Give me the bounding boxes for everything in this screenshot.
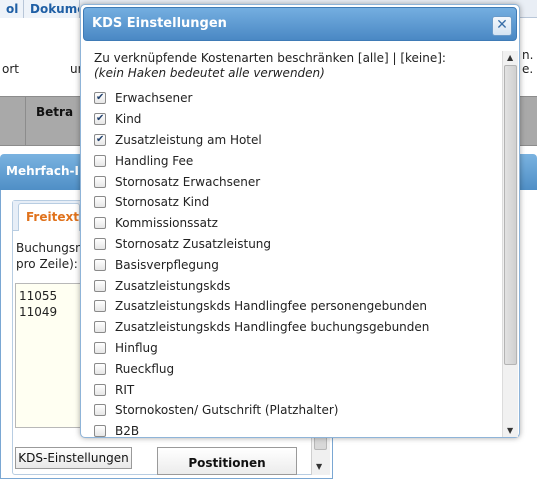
kostenarten-checkbox-list: Erwachsener Kind Zusatzleistung am Hotel Ha… <box>94 88 494 437</box>
kostenart-label: Zusatzleistungskds Handlingfee personeng… <box>115 299 428 314</box>
kostenart-item[interactable]: Kommissionssatz <box>94 213 494 234</box>
kostenart-checkbox[interactable] <box>94 175 106 188</box>
kostenart-item[interactable]: Kind <box>94 109 494 130</box>
kostenart-label: Erwachsener <box>115 91 193 106</box>
kostenart-checkbox[interactable] <box>94 196 106 209</box>
kostenart-item[interactable]: B2B <box>94 421 494 437</box>
kds-einstellungen-dialog: KDS Einstellungen ✕ Zu verknüpfende Kost… <box>80 4 520 438</box>
kostenart-checkbox[interactable] <box>94 258 106 271</box>
kostenart-checkbox[interactable] <box>94 341 106 354</box>
kostenart-label: Rueckflug <box>115 361 175 376</box>
kostenart-label: Zusatzleistung am Hotel <box>115 132 262 147</box>
kostenart-label: Stornosatz Zusatzleistung <box>115 236 272 251</box>
kostenart-item[interactable]: Zusatzleistungskds Handlingfee personeng… <box>94 296 494 317</box>
kostenart-item[interactable]: Zusatzleistungskds <box>94 275 494 296</box>
kostenart-checkbox[interactable] <box>94 237 106 250</box>
kostenart-checkbox[interactable] <box>94 217 106 230</box>
kostenart-checkbox[interactable] <box>94 154 106 167</box>
kostenart-label: Stornosatz Kind <box>115 195 210 210</box>
kostenart-label: Kommissionssatz <box>115 216 218 231</box>
mehrfach-panel-title: Mehrfach-I <box>6 164 79 178</box>
info-line-hint: (kein Haken bedeutet alle verwenden) <box>94 66 325 80</box>
kds-einstellungen-button[interactable]: KDS-Einstellungen <box>15 447 132 469</box>
kostenart-item[interactable]: Erwachsener <box>94 88 494 109</box>
buchungsnummern-label: Buchungsn pro Zeile): <box>16 241 83 271</box>
kostenart-item[interactable]: Stornosatz Erwachsener <box>94 171 494 192</box>
kostenart-item[interactable]: RIT <box>94 379 494 400</box>
kostenart-label: RIT <box>115 382 135 397</box>
info-line-restrict: Zu verknüpfende Kostenarten beschränken … <box>94 51 446 65</box>
kostenart-checkbox[interactable] <box>94 321 106 334</box>
dialog-scrollbar[interactable]: ▲ ▼ <box>502 51 518 437</box>
kostenart-item[interactable]: Rueckflug <box>94 358 494 379</box>
row-text-left: ort <box>2 62 19 76</box>
kostenart-label: Handling Fee <box>115 153 194 168</box>
kostenart-item[interactable]: Handling Fee <box>94 150 494 171</box>
dialog-title: KDS Einstellungen <box>92 16 227 31</box>
close-icon[interactable]: ✕ <box>492 16 512 36</box>
dialog-info: Zu verknüpfende Kostenarten beschränken … <box>94 51 494 81</box>
kostenart-label: Stornokosten/ Gutschrift (Platzhalter) <box>115 403 339 418</box>
row-text-right: n. <box>522 48 534 62</box>
table-header-divider <box>25 96 26 146</box>
kostenart-checkbox[interactable] <box>94 404 106 417</box>
kostenart-checkbox[interactable] <box>94 383 106 396</box>
kostenart-checkbox[interactable] <box>94 362 106 375</box>
tab-freitext[interactable]: Freitext <box>18 203 80 231</box>
top-tab-ol[interactable]: ol <box>0 0 24 18</box>
kostenart-item[interactable]: Zusatzleistung am Hotel <box>94 130 494 151</box>
kostenart-label: Hinflug <box>115 340 158 355</box>
kostenart-checkbox[interactable] <box>94 279 106 292</box>
kostenart-label: Zusatzleistungskds <box>115 278 231 293</box>
kostenart-checkbox[interactable] <box>94 300 106 313</box>
kostenart-checkbox[interactable] <box>94 113 106 126</box>
kostenart-label: Kind <box>115 112 142 127</box>
scroll-down-arrow-icon[interactable]: ▼ <box>316 462 322 471</box>
table-header-betrag: Betra <box>36 105 74 119</box>
kostenart-checkbox[interactable] <box>94 425 106 437</box>
kostenart-item[interactable]: Hinflug <box>94 338 494 359</box>
scroll-down-arrow-icon[interactable]: ▼ <box>507 426 513 435</box>
dialog-titlebar[interactable]: KDS Einstellungen ✕ <box>83 7 517 41</box>
kostenart-item[interactable]: Stornokosten/ Gutschrift (Platzhalter) <box>94 400 494 421</box>
kostenart-checkbox[interactable] <box>94 133 106 146</box>
kostenart-label: Zusatzleistungskds Handlingfee buchungsg… <box>115 320 430 335</box>
kostenart-label: Stornosatz Erwachsener <box>115 174 261 189</box>
row-text-right-2: e. <box>522 62 534 76</box>
dialog-scrollbar-thumb[interactable] <box>504 65 517 365</box>
kostenart-label: Basisverpflegung <box>115 257 219 272</box>
scroll-up-arrow-icon[interactable]: ▲ <box>507 53 513 62</box>
top-tab-dokumente[interactable]: Dokumen <box>24 0 80 18</box>
positionen-erstellen-button[interactable]: Postitionen erstellen <box>157 447 297 475</box>
kostenart-item[interactable]: Basisverpflegung <box>94 254 494 275</box>
dialog-content: Zu verknüpfende Kostenarten beschränken … <box>94 51 494 437</box>
kostenart-item[interactable]: Zusatzleistungskds Handlingfee buchungsg… <box>94 317 494 338</box>
kostenart-item[interactable]: Stornosatz Zusatzleistung <box>94 234 494 255</box>
kostenart-item[interactable]: Stornosatz Kind <box>94 192 494 213</box>
kostenart-label: B2B <box>115 424 140 437</box>
kostenart-checkbox[interactable] <box>94 92 106 105</box>
